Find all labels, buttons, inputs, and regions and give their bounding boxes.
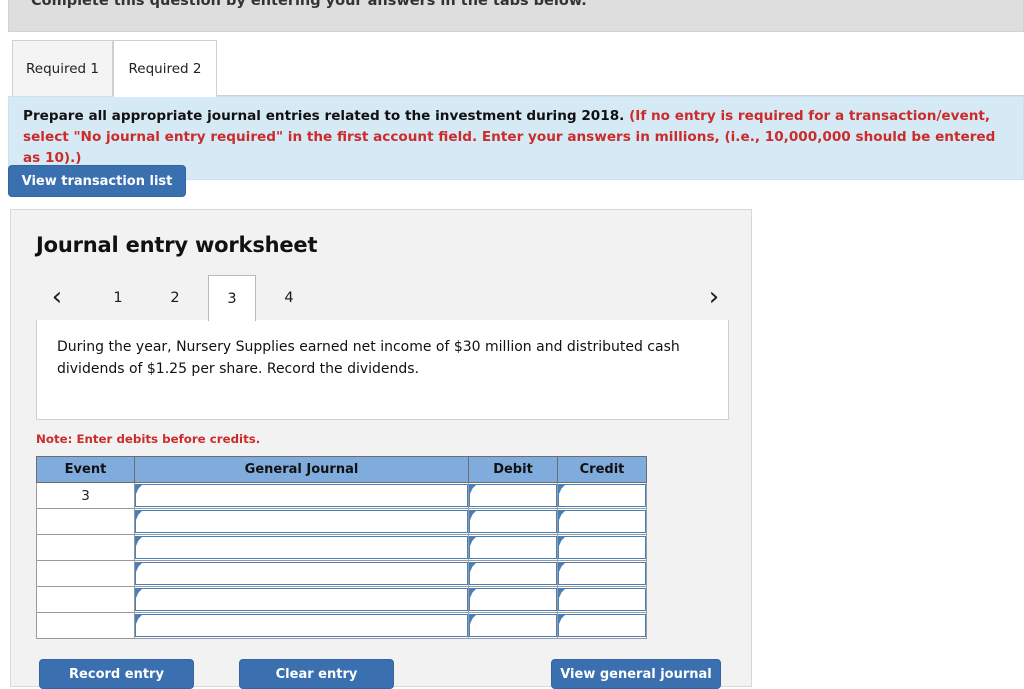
instruction-main-text: Prepare all appropriate journal entries …	[23, 108, 629, 124]
chevron-right-icon[interactable]: ›	[701, 278, 727, 316]
clear-entry-button[interactable]: Clear entry	[239, 659, 394, 689]
event-number-cell	[37, 509, 135, 535]
view-transaction-list-button[interactable]: View transaction list	[8, 165, 186, 197]
worksheet-title: Journal entry worksheet	[36, 233, 317, 257]
debit-cell[interactable]	[469, 535, 558, 561]
table-header-row: Event General Journal Debit Credit	[37, 457, 647, 483]
question-text-box: During the year, Nursery Supplies earned…	[36, 320, 729, 420]
view-general-journal-button[interactable]: View general journal	[551, 659, 721, 689]
tab-required-1-label: Required 1	[26, 61, 99, 77]
event-number-cell	[37, 535, 135, 561]
general-journal-cell[interactable]	[135, 509, 469, 535]
pager-page-2[interactable]: 2	[151, 275, 199, 321]
pager-page-4[interactable]: 4	[265, 275, 313, 321]
credit-cell[interactable]	[558, 509, 647, 535]
account-select-4[interactable]	[135, 562, 468, 585]
debit-input-2[interactable]	[469, 510, 557, 533]
record-entry-label: Record entry	[69, 667, 164, 682]
account-select-5[interactable]	[135, 588, 468, 611]
credit-input-1[interactable]	[558, 484, 646, 507]
debit-cell[interactable]	[469, 483, 558, 509]
general-journal-cell[interactable]	[135, 587, 469, 613]
table-row	[37, 561, 647, 587]
credit-cell[interactable]	[558, 483, 647, 509]
table-row: 3	[37, 483, 647, 509]
debit-cell[interactable]	[469, 509, 558, 535]
table-row	[37, 587, 647, 613]
event-number-cell	[37, 587, 135, 613]
pager-page-3[interactable]: 3	[208, 275, 256, 321]
clear-entry-label: Clear entry	[276, 667, 358, 682]
debit-cell[interactable]	[469, 587, 558, 613]
debit-cell[interactable]	[469, 613, 558, 639]
column-header-event: Event	[37, 457, 135, 483]
general-journal-cell[interactable]	[135, 483, 469, 509]
general-journal-cell[interactable]	[135, 561, 469, 587]
tab-required-2-label: Required 2	[129, 61, 202, 77]
debit-input-6[interactable]	[469, 614, 557, 637]
question-banner: Complete this question by entering your …	[8, 0, 1024, 32]
credit-input-3[interactable]	[558, 536, 646, 559]
journal-entry-worksheet-panel: Journal entry worksheet ‹ 1 2 3 4 › Duri…	[10, 209, 752, 687]
debit-input-3[interactable]	[469, 536, 557, 559]
credit-input-2[interactable]	[558, 510, 646, 533]
worksheet-pager: ‹ 1 2 3 4 ›	[36, 275, 729, 321]
pager-page-1[interactable]: 1	[94, 275, 142, 321]
debits-before-credits-note: Note: Enter debits before credits.	[36, 432, 260, 446]
account-select-1[interactable]	[135, 484, 468, 507]
debit-cell[interactable]	[469, 561, 558, 587]
view-general-journal-label: View general journal	[560, 667, 712, 682]
column-header-credit: Credit	[558, 457, 647, 483]
tab-required-2[interactable]: Required 2	[113, 40, 217, 96]
column-header-debit: Debit	[469, 457, 558, 483]
credit-cell[interactable]	[558, 613, 647, 639]
event-number-cell	[37, 613, 135, 639]
account-select-2[interactable]	[135, 510, 468, 533]
account-select-3[interactable]	[135, 536, 468, 559]
table-row	[37, 509, 647, 535]
question-text: During the year, Nursery Supplies earned…	[57, 339, 680, 377]
general-journal-cell[interactable]	[135, 613, 469, 639]
record-entry-button[interactable]: Record entry	[39, 659, 194, 689]
tab-required-1[interactable]: Required 1	[12, 40, 113, 96]
event-number-cell	[37, 561, 135, 587]
event-number-cell: 3	[37, 483, 135, 509]
credit-input-5[interactable]	[558, 588, 646, 611]
debit-input-1[interactable]	[469, 484, 557, 507]
chevron-left-icon[interactable]: ‹	[44, 278, 70, 316]
question-banner-text: Complete this question by entering your …	[31, 0, 587, 9]
required-tabstrip: Required 1 Required 2	[0, 40, 1024, 96]
general-journal-cell[interactable]	[135, 535, 469, 561]
credit-input-6[interactable]	[558, 614, 646, 637]
view-transaction-list-label: View transaction list	[22, 174, 173, 189]
debit-input-4[interactable]	[469, 562, 557, 585]
table-row	[37, 535, 647, 561]
account-select-6[interactable]	[135, 614, 468, 637]
column-header-general-journal: General Journal	[135, 457, 469, 483]
journal-entry-table: Event General Journal Debit Credit 3	[36, 456, 647, 639]
credit-cell[interactable]	[558, 587, 647, 613]
debit-input-5[interactable]	[469, 588, 557, 611]
table-row	[37, 613, 647, 639]
credit-input-4[interactable]	[558, 562, 646, 585]
credit-cell[interactable]	[558, 561, 647, 587]
credit-cell[interactable]	[558, 535, 647, 561]
